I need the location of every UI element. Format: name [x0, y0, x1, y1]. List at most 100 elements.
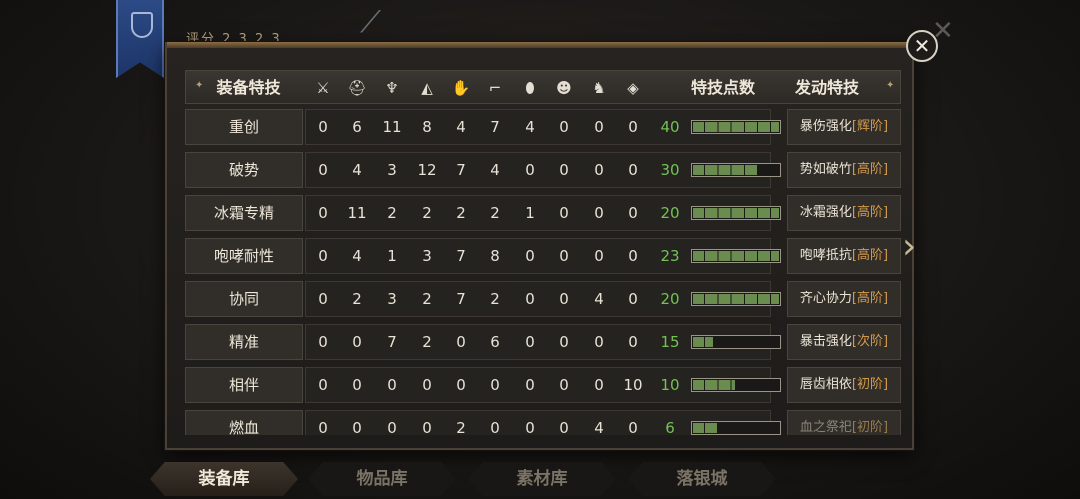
- table-row[interactable]: 咆哮耐性 0 4 1 3 7 8 0 0 0 0 23 咆哮抵抗[高阶]: [185, 238, 901, 274]
- points-progress-bar: [691, 292, 781, 306]
- slot-value: 0: [628, 247, 638, 265]
- skill-name: 协同: [185, 281, 303, 317]
- progress-ticks: [692, 164, 780, 176]
- slot-value: 0: [559, 376, 569, 394]
- slot-value: 7: [456, 247, 466, 265]
- slot-value: 0: [318, 419, 328, 435]
- bottom-tabs: 装备库 物品库 素材库 落银城: [150, 462, 940, 496]
- skill-tier: [初阶]: [851, 377, 889, 392]
- slot-value: 0: [318, 118, 328, 136]
- points-progress-bar: [691, 335, 781, 349]
- slot-value: 0: [387, 376, 397, 394]
- slot-value: 2: [490, 290, 500, 308]
- slot-value: 0: [490, 419, 500, 435]
- active-skill[interactable]: 冰霜强化[高阶]: [787, 195, 901, 231]
- slot-value: 8: [422, 118, 432, 136]
- slot-value: 0: [525, 333, 535, 351]
- skill-tier: [高阶]: [851, 205, 889, 220]
- table-row[interactable]: 协同 0 2 3 2 7 2 0 0 4 0 20 齐心协力[高阶]: [185, 281, 901, 317]
- slot-value: 0: [525, 376, 535, 394]
- slot-value: 7: [456, 290, 466, 308]
- progress-ticks: [692, 336, 780, 348]
- slot-value: 2: [456, 419, 466, 435]
- slot-value: 0: [594, 204, 604, 222]
- skill-tier: [高阶]: [851, 162, 889, 177]
- active-skill[interactable]: 暴击强化[次阶]: [787, 324, 901, 360]
- tab-3[interactable]: 素材库: [468, 462, 616, 496]
- table-row[interactable]: 精准 0 0 7 2 0 6 0 0 0 0 15 暴击强化[次阶]: [185, 324, 901, 360]
- table-row[interactable]: 破势 0 4 3 12 7 4 0 0 0 0 30 势如破竹[高阶]: [185, 152, 901, 188]
- active-skill[interactable]: 血之祭祀[初阶]: [787, 410, 901, 435]
- ornament-dot: ✦: [886, 80, 895, 91]
- gem-icon: ◈: [627, 79, 639, 97]
- slot-value: 6: [490, 333, 500, 351]
- tab-4[interactable]: 落银城: [628, 462, 776, 496]
- next-page-arrow[interactable]: ›: [902, 226, 926, 268]
- active-skill[interactable]: 势如破竹[高阶]: [787, 152, 901, 188]
- table-row[interactable]: 冰霜专精 0 11 2 2 2 2 1 0 0 0 20 冰霜强化[高阶]: [185, 195, 901, 231]
- table-row[interactable]: 燃血 0 0 0 0 2 0 0 0 4 0 6 血之祭祀[初阶]: [185, 410, 901, 435]
- close-button[interactable]: ✕: [906, 30, 938, 62]
- slot-value: 0: [422, 419, 432, 435]
- slot-value: 0: [559, 161, 569, 179]
- active-skill[interactable]: 咆哮抵抗[高阶]: [787, 238, 901, 274]
- slot-value: 0: [559, 333, 569, 351]
- slot-value: 0: [594, 161, 604, 179]
- skill-tier: [高阶]: [851, 291, 889, 306]
- slot-value: 4: [352, 247, 362, 265]
- slot-value: 0: [525, 290, 535, 308]
- skill-name: 咆哮耐性: [185, 238, 303, 274]
- points-progress-bar: [691, 249, 781, 263]
- skill-points: 30: [660, 161, 680, 179]
- points-progress-bar: [691, 120, 781, 134]
- horse-icon: ♞: [592, 79, 606, 97]
- active-skill[interactable]: 齐心协力[高阶]: [787, 281, 901, 317]
- table-row[interactable]: 相伴 0 0 0 0 0 0 0 0 0 10 10 唇齿相依[初阶]: [185, 367, 901, 403]
- slot-value: 7: [456, 161, 466, 179]
- skill-tier: [高阶]: [851, 248, 889, 263]
- slot-value: 2: [422, 290, 432, 308]
- skill-tier: [次阶]: [851, 334, 889, 349]
- slot-value: 4: [490, 161, 500, 179]
- slot-value: 0: [456, 376, 466, 394]
- slot-value: 0: [559, 204, 569, 222]
- slot-value: 4: [352, 161, 362, 179]
- active-skill-name: 唇齿相依: [799, 377, 852, 392]
- slot-value: 3: [422, 247, 432, 265]
- header-skill-points: 特技点数: [690, 78, 755, 97]
- boots-icon: ⌐: [488, 79, 502, 97]
- skill-name: 冰霜专精: [185, 195, 303, 231]
- slot-value: 0: [628, 161, 638, 179]
- active-skill-name: 齐心协力: [799, 291, 852, 306]
- skill-points: 40: [660, 118, 680, 136]
- active-skill[interactable]: 暴伤强化[辉阶]: [787, 109, 901, 145]
- points-progress-bar: [691, 163, 781, 177]
- slot-value: 0: [318, 333, 328, 351]
- slot-value: 0: [559, 290, 569, 308]
- sword-icon: ⚔: [316, 79, 330, 97]
- guild-banner: [116, 0, 164, 78]
- header-active-skill: 发动特技: [794, 78, 859, 97]
- active-skill-name: 咆哮抵抗: [799, 248, 852, 263]
- table-row[interactable]: 重创 0 6 11 8 4 7 4 0 0 0 40 暴伤强化[辉阶]: [185, 109, 901, 145]
- skill-tier: [初阶]: [851, 420, 889, 435]
- slot-value: 7: [490, 118, 500, 136]
- slot-value: 0: [525, 247, 535, 265]
- skill-points: 15: [660, 333, 680, 351]
- tab-1[interactable]: 装备库: [150, 462, 298, 496]
- slot-value: 0: [559, 247, 569, 265]
- slot-value: 0: [628, 290, 638, 308]
- progress-ticks: [692, 379, 780, 391]
- slot-value: 0: [525, 419, 535, 435]
- slot-value: 0: [490, 376, 500, 394]
- skill-name: 燃血: [185, 410, 303, 435]
- skill-name: 精准: [185, 324, 303, 360]
- progress-ticks: [692, 121, 780, 133]
- crest-icon: [131, 12, 153, 38]
- active-skill[interactable]: 唇齿相依[初阶]: [787, 367, 901, 403]
- skill-tier: [辉阶]: [851, 119, 889, 134]
- slot-value: 0: [594, 118, 604, 136]
- tab-2[interactable]: 物品库: [308, 462, 456, 496]
- slot-value: 0: [628, 333, 638, 351]
- points-progress-bar: [691, 378, 781, 392]
